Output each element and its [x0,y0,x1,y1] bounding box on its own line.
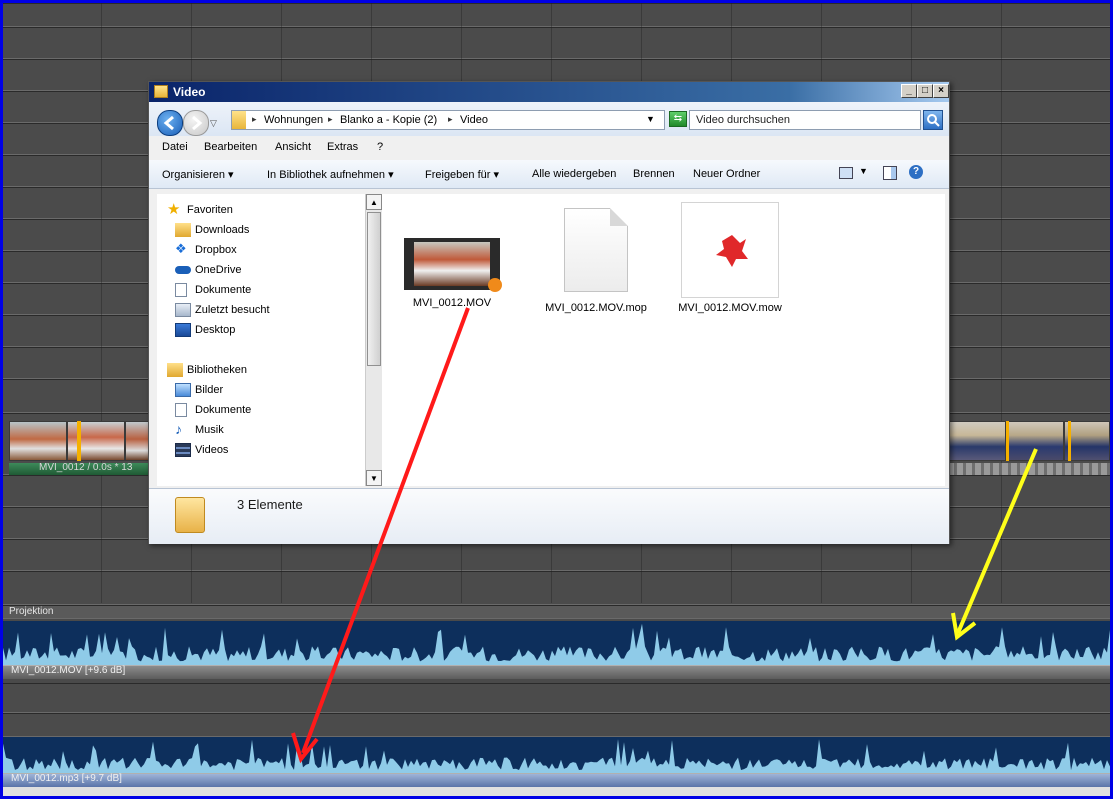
annotation-arrows [291,307,1038,764]
app-window-frame: MVI_0012 / 0.0s * 13 Projektion MVI_0012… [0,0,1113,799]
yellow-arrow [956,448,1038,634]
red-arrow [301,307,470,754]
